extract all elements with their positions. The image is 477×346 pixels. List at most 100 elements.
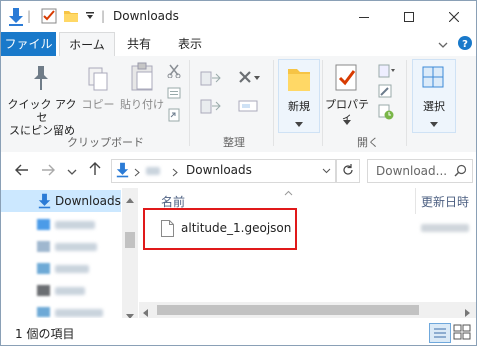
search-icon	[454, 164, 467, 180]
open-icon[interactable]	[378, 64, 396, 81]
copy-icon[interactable]	[87, 66, 109, 95]
copy-to-icon[interactable]	[200, 98, 222, 119]
horizontal-scrollbar[interactable]	[139, 302, 476, 318]
desktop-icon	[37, 219, 50, 230]
scroll-thumb[interactable]	[157, 305, 419, 315]
new-folder-icon[interactable]	[63, 8, 79, 27]
refresh-icon	[342, 163, 354, 179]
scroll-up-icon[interactable]	[126, 192, 134, 206]
nav-item-redacted[interactable]	[1, 214, 121, 236]
nav-scrollbar[interactable]	[122, 188, 138, 319]
large-icons-view-icon[interactable]	[453, 324, 471, 343]
downloads-arrow-icon	[38, 193, 51, 212]
edit-icon[interactable]	[378, 84, 392, 101]
column-header-modified[interactable]: 更新日時	[421, 193, 469, 210]
search-placeholder: Download...	[376, 164, 448, 178]
svg-text:?: ?	[462, 39, 468, 50]
chevron-down-icon	[295, 116, 303, 130]
ribbon-tabs: ファイル ホーム 共有 表示 ?	[1, 32, 476, 57]
minimize-button[interactable]	[341, 1, 386, 32]
sort-ascending-icon	[284, 185, 293, 199]
window-title: Downloads	[113, 9, 179, 23]
nav-item-downloads[interactable]: Downloads	[1, 190, 121, 212]
cut-icon[interactable]	[167, 64, 181, 81]
group-organize-label: 整理	[223, 136, 245, 149]
breadcrumb-downloads[interactable]: Downloads	[186, 163, 252, 177]
redacted-label	[55, 243, 97, 251]
downloads-arrow-icon	[116, 162, 129, 181]
navigation-pane: Downloads	[1, 188, 138, 319]
new-folder-icon	[287, 66, 311, 95]
item-count: 1 個の項目	[15, 327, 75, 341]
group-open-label: 開く	[357, 136, 379, 149]
paste-label[interactable]: 貼り付け	[117, 98, 167, 111]
new-label: 新規	[288, 100, 310, 113]
downloads-arrow-icon[interactable]	[8, 8, 24, 29]
chevron-right-icon[interactable]	[172, 166, 178, 180]
pin-icon[interactable]	[29, 64, 53, 95]
address-bar[interactable]: Downloads	[111, 159, 337, 183]
paste-shortcut-icon[interactable]	[167, 108, 181, 125]
redacted-label	[55, 221, 95, 229]
file-name: altitude_1.geojson	[181, 221, 292, 235]
address-dropdown-button[interactable]	[317, 159, 336, 183]
redacted-label	[55, 287, 85, 295]
recent-locations-icon[interactable]	[67, 166, 77, 180]
nav-item-label: Downloads	[55, 194, 121, 208]
rename-icon[interactable]	[238, 98, 260, 117]
nav-item-redacted[interactable]	[1, 258, 121, 280]
tab-file[interactable]: ファイル	[1, 32, 56, 56]
ribbon-separator	[189, 60, 190, 146]
file-row[interactable]: altitude_1.geojson	[153, 218, 473, 240]
history-icon[interactable]	[378, 104, 394, 123]
chevron-down-icon	[430, 116, 438, 130]
chevron-down-icon[interactable]	[438, 39, 448, 53]
nav-item-redacted[interactable]	[1, 280, 121, 302]
explorer-window: | | Downloads ファイル ホーム 共有 表示 ? クイック アクセ …	[0, 0, 477, 346]
videos-icon	[37, 285, 50, 296]
select-label: 選択	[423, 100, 445, 113]
details-view-icon[interactable]	[429, 323, 451, 343]
help-icon[interactable]: ?	[458, 36, 472, 53]
close-button[interactable]	[431, 1, 476, 32]
column-divider	[415, 188, 416, 214]
redacted-label	[55, 265, 89, 273]
select-icon	[422, 66, 444, 91]
paste-icon[interactable]	[130, 62, 156, 95]
back-arrow-icon[interactable]	[15, 164, 29, 179]
up-arrow-icon[interactable]	[89, 162, 101, 179]
redacted-label	[55, 309, 103, 317]
file-icon	[161, 220, 174, 240]
nav-item-redacted[interactable]	[1, 236, 121, 258]
delete-icon[interactable]	[238, 70, 262, 89]
redacted-date	[421, 224, 469, 232]
properties-check-icon[interactable]	[41, 8, 57, 27]
tab-view[interactable]: 表示	[166, 32, 214, 56]
chevron-down-icon[interactable]	[343, 114, 351, 128]
chevron-right-icon[interactable]	[134, 166, 140, 180]
folder-icon	[37, 307, 50, 317]
pin-quick-access-label[interactable]: クイック アクセ スにピン留め	[5, 98, 79, 137]
new-button[interactable]: 新規	[278, 59, 320, 133]
status-bar: 1 個の項目	[1, 318, 476, 345]
tab-home[interactable]: ホーム	[59, 32, 115, 57]
tab-share[interactable]: 共有	[115, 32, 163, 56]
copy-path-icon[interactable]	[167, 86, 181, 103]
scroll-thumb[interactable]	[125, 232, 135, 248]
maximize-button[interactable]	[386, 1, 431, 32]
title-separator: |	[101, 9, 106, 23]
redacted-path-segment[interactable]	[146, 167, 160, 175]
ribbon-separator	[406, 60, 407, 146]
search-input[interactable]: Download...	[367, 159, 473, 183]
select-button[interactable]: 選択	[412, 59, 456, 133]
move-to-icon[interactable]	[200, 70, 222, 91]
pictures-icon	[37, 263, 50, 274]
refresh-button[interactable]	[337, 159, 360, 183]
copy-label[interactable]: コピー	[81, 98, 115, 111]
group-clipboard-label: クリップボード	[67, 136, 144, 149]
navigation-bar: Downloads Download...	[1, 152, 476, 188]
customize-dropdown-icon[interactable]	[85, 10, 95, 24]
properties-icon[interactable]	[335, 64, 359, 95]
forward-arrow-icon[interactable]	[41, 164, 55, 179]
documents-icon	[37, 241, 50, 252]
